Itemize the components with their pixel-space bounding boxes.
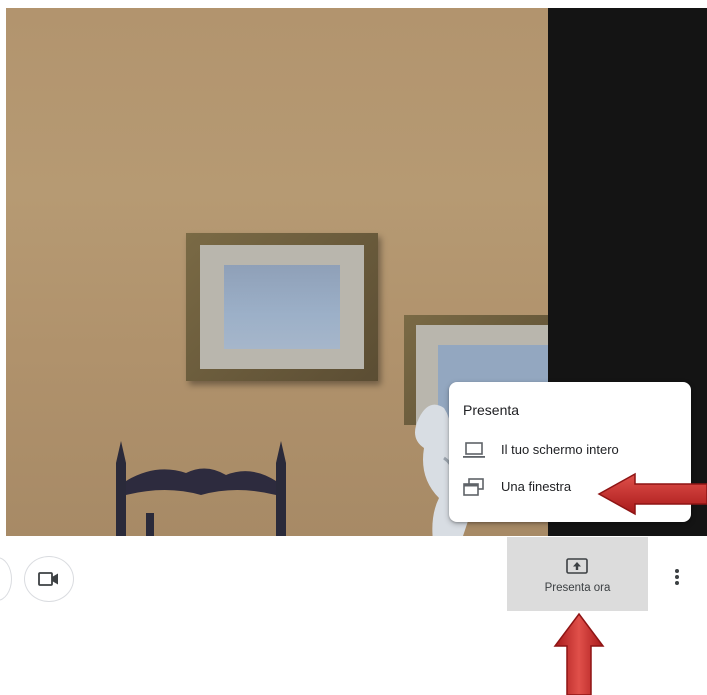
laptop-icon: [463, 442, 485, 458]
menu-item-entire-screen[interactable]: Il tuo schermo intero: [449, 433, 691, 467]
present-screen-icon: [566, 558, 588, 574]
mic-button-partial[interactable]: [0, 557, 12, 601]
chair-image: [116, 441, 286, 536]
camera-toggle-button[interactable]: [24, 556, 74, 602]
more-options-button[interactable]: [663, 560, 691, 594]
annotation-arrow-up: [553, 612, 605, 695]
menu-item-label: Il tuo schermo intero: [501, 442, 619, 457]
present-now-label: Presenta ora: [544, 582, 611, 594]
wall-painting: [186, 233, 378, 381]
present-now-button[interactable]: Presenta ora: [507, 537, 648, 611]
window-icon: [463, 478, 484, 496]
present-menu-title: Presenta: [463, 402, 520, 418]
annotation-arrow-left: [597, 472, 707, 516]
menu-item-label: Una finestra: [501, 479, 572, 494]
videocam-icon: [38, 572, 58, 586]
more-vert-icon: [675, 569, 679, 573]
